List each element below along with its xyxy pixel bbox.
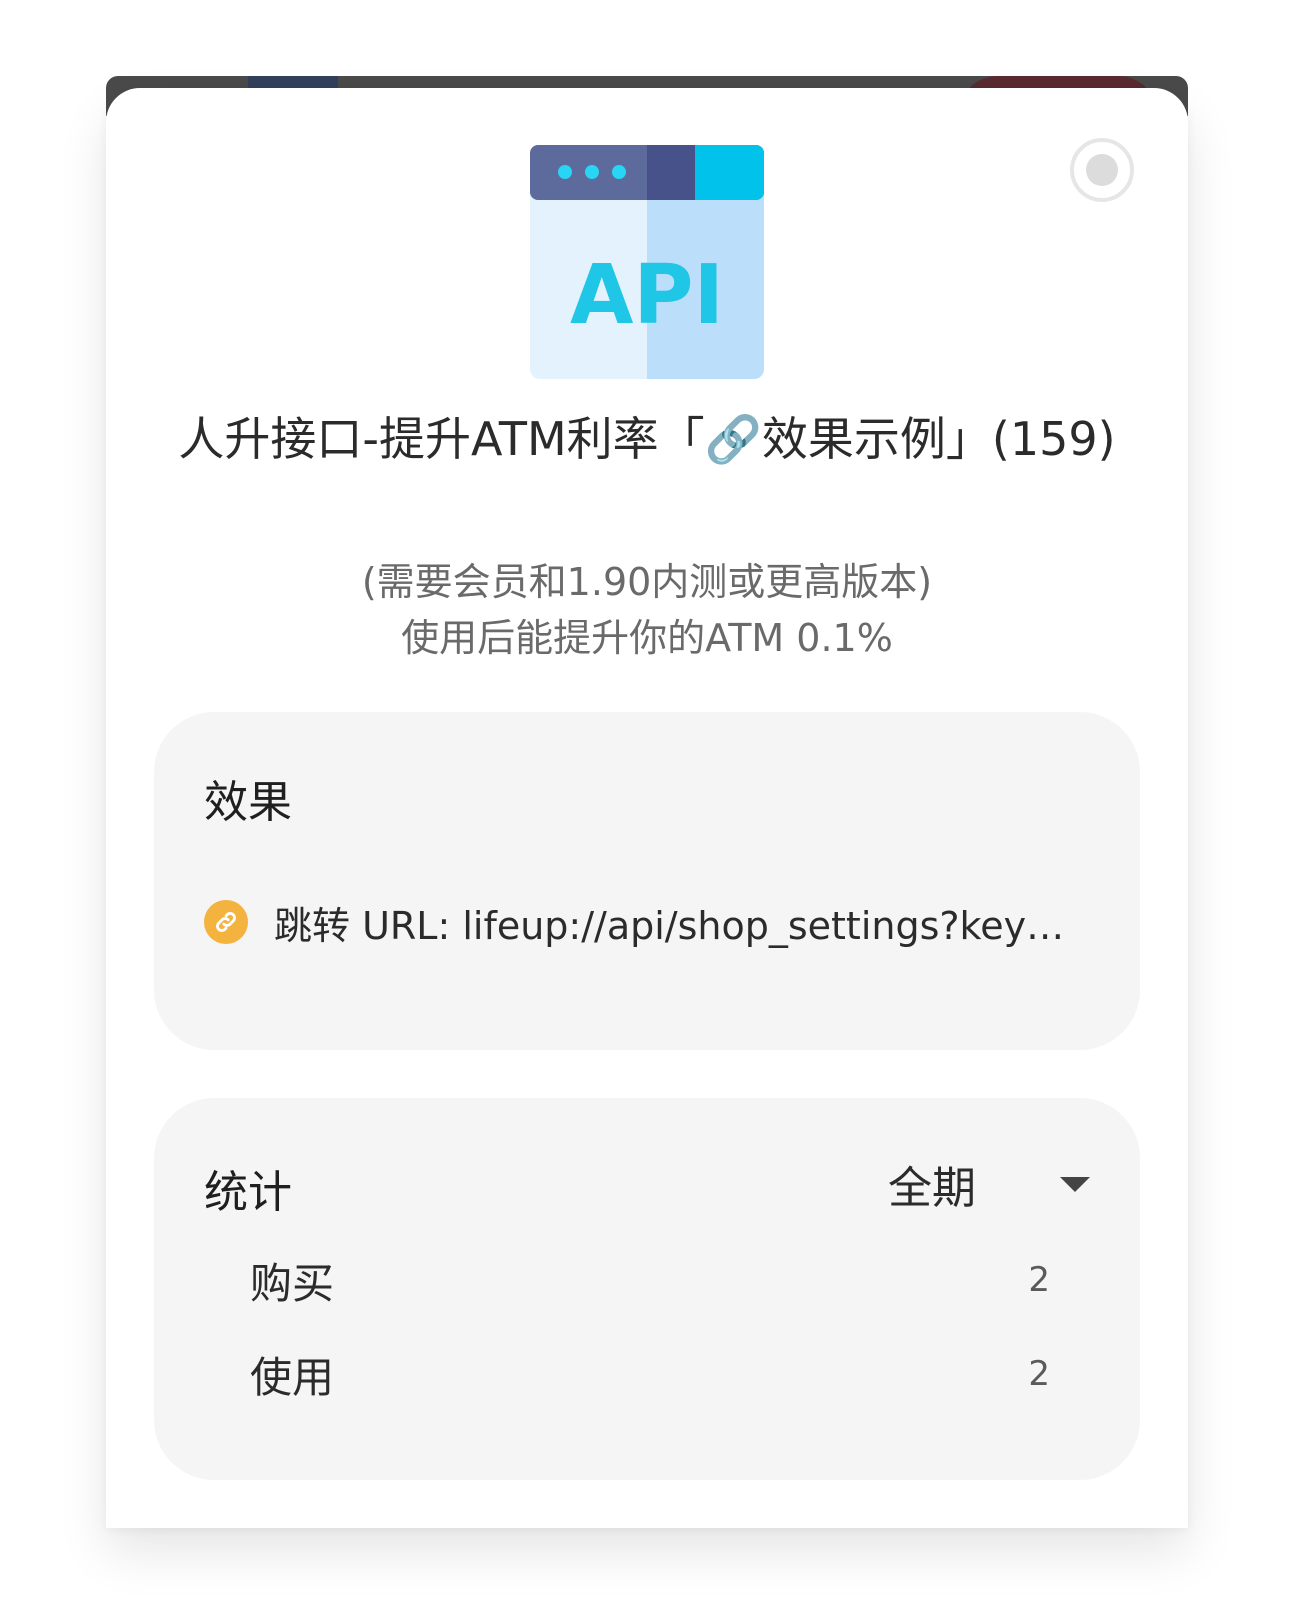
close-icon[interactable] — [1070, 138, 1134, 202]
link-icon — [204, 900, 248, 944]
description-line-1: (需要会员和1.90内测或更高版本) — [361, 560, 933, 604]
item-description: (需要会员和1.90内测或更高版本) 使用后能提升你的ATM 0.1% — [120, 554, 1174, 666]
link-glyph-icon — [216, 912, 236, 932]
effect-url-text: 跳转 URL: lifeup://api/shop_settings?key=… — [274, 903, 1090, 948]
dropdown-caret-icon — [1060, 1176, 1090, 1192]
stat-value: 2 — [1028, 1354, 1050, 1394]
stats-card: 统计 全期 购买 2 使用 2 — [154, 1098, 1140, 1480]
api-icon-text: API — [570, 248, 724, 343]
item-title: 人升接口-提升ATM利率「🔗效果示例」(159) — [178, 412, 1116, 466]
stat-label: 使用 — [250, 1352, 335, 1402]
effect-url-row[interactable]: 跳转 URL: lifeup://api/shop_settings?key=… — [204, 894, 1090, 950]
api-icon: API — [530, 145, 764, 379]
stats-heading: 统计 — [204, 1167, 292, 1218]
stat-value: 2 — [1028, 1260, 1050, 1300]
close-icon-dot — [1086, 154, 1118, 186]
effect-heading: 效果 — [204, 777, 292, 828]
stat-row-purchase: 购买 2 — [250, 1250, 1050, 1310]
stat-label: 购买 — [250, 1258, 335, 1308]
effect-card: 效果 跳转 URL: lifeup://api/shop_settings?ke… — [154, 712, 1140, 1050]
period-dropdown[interactable]: 全期 — [888, 1154, 1090, 1214]
period-label: 全期 — [888, 1163, 976, 1214]
stat-row-use: 使用 2 — [250, 1344, 1050, 1404]
description-line-2: 使用后能提升你的ATM 0.1% — [401, 616, 893, 660]
